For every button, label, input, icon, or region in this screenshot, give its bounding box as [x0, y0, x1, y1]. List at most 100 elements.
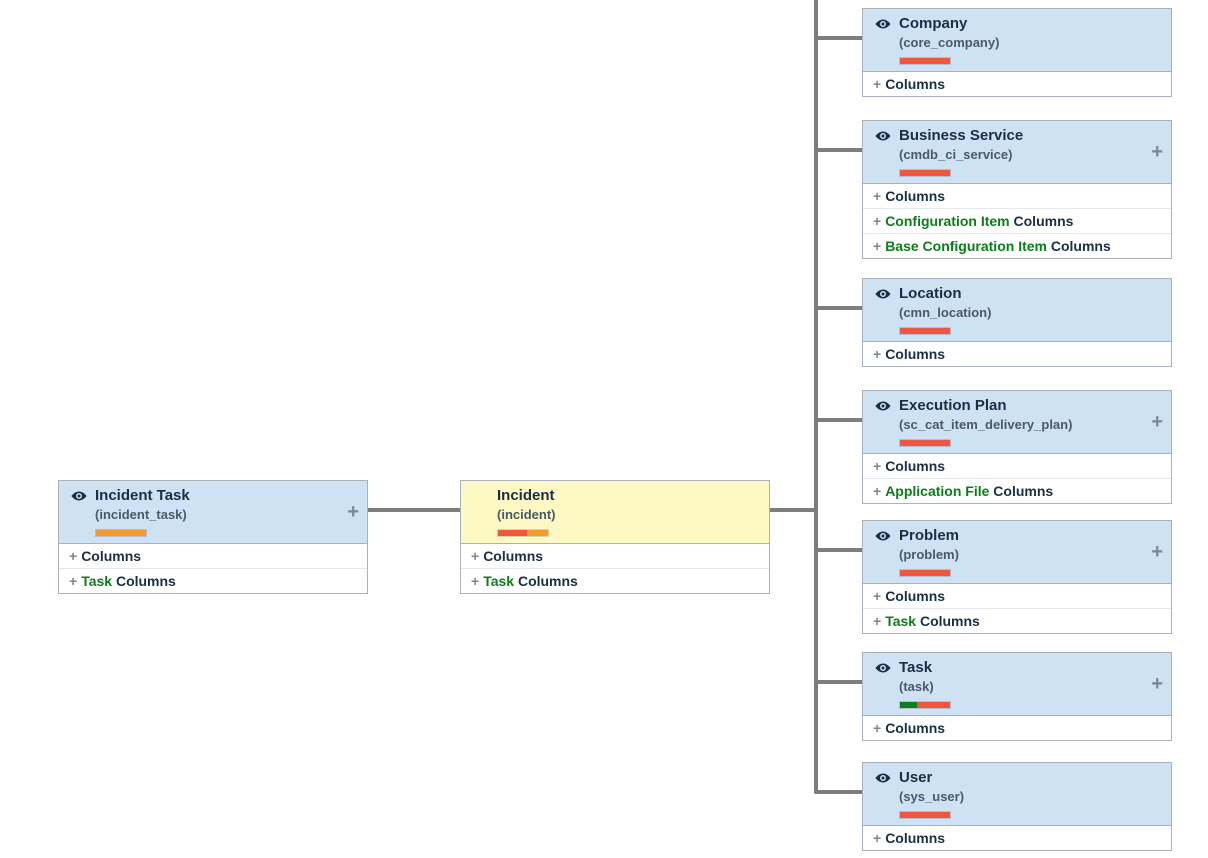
plus-icon: +	[873, 483, 881, 499]
section-columns[interactable]: +Columns	[59, 544, 367, 569]
node-task[interactable]: Task (task) + +Columns	[862, 652, 1172, 741]
node-title: Incident	[497, 487, 761, 505]
section-highlight: Task	[885, 613, 916, 629]
eye-icon	[874, 529, 892, 545]
section-label: Columns	[885, 188, 945, 204]
section-columns[interactable]: +Columns	[863, 584, 1171, 609]
section-task-columns[interactable]: +Task Columns	[59, 569, 367, 593]
status-bar	[497, 529, 549, 537]
node-subtitle: (incident_task)	[95, 507, 359, 523]
section-suffix: Columns	[989, 483, 1053, 499]
eye-icon	[874, 129, 892, 145]
section-columns[interactable]: +Columns	[863, 716, 1171, 740]
node-title: Execution Plan	[899, 397, 1163, 415]
status-bar	[899, 439, 951, 447]
node-subtitle: (task)	[899, 679, 1163, 695]
plus-icon: +	[873, 346, 881, 362]
node-subtitle: (sys_user)	[899, 789, 1163, 805]
status-bar	[95, 529, 147, 537]
section-label: Columns	[885, 830, 945, 846]
node-subtitle: (cmn_location)	[899, 305, 1163, 321]
section-label: Columns	[885, 76, 945, 92]
node-header[interactable]: User (sys_user)	[863, 763, 1171, 826]
section-suffix: Columns	[514, 573, 578, 589]
section-suffix: Columns	[1047, 238, 1111, 254]
eye-icon	[874, 661, 892, 677]
expand-node-button[interactable]: +	[1151, 142, 1163, 162]
section-label: Columns	[483, 548, 543, 564]
node-header[interactable]: Location (cmn_location)	[863, 279, 1171, 342]
section-columns[interactable]: +Columns	[863, 72, 1171, 96]
section-highlight: Task	[81, 573, 112, 589]
section-columns[interactable]: +Columns	[461, 544, 769, 569]
status-bar	[899, 569, 951, 577]
eye-icon	[874, 399, 892, 415]
section-columns[interactable]: +Columns	[863, 342, 1171, 366]
plus-icon: +	[873, 188, 881, 204]
section-columns[interactable]: +Columns	[863, 184, 1171, 209]
node-title: Problem	[899, 527, 1163, 545]
section-label: Columns	[885, 458, 945, 474]
section-label: Columns	[885, 346, 945, 362]
section-task-columns[interactable]: +Task Columns	[461, 569, 769, 593]
eye-icon	[874, 17, 892, 33]
status-bar	[899, 169, 951, 177]
node-subtitle: (problem)	[899, 547, 1163, 563]
section-task-columns[interactable]: +Task Columns	[863, 609, 1171, 633]
section-suffix: Columns	[916, 613, 980, 629]
node-header[interactable]: Execution Plan (sc_cat_item_delivery_pla…	[863, 391, 1171, 454]
node-header[interactable]: Incident (incident)	[461, 481, 769, 544]
node-header[interactable]: Company (core_company)	[863, 9, 1171, 72]
node-execution-plan[interactable]: Execution Plan (sc_cat_item_delivery_pla…	[862, 390, 1172, 504]
section-highlight: Configuration Item	[885, 213, 1009, 229]
section-highlight: Task	[483, 573, 514, 589]
node-title: Task	[899, 659, 1163, 677]
node-title: Company	[899, 15, 1163, 33]
section-ci-columns[interactable]: +Configuration Item Columns	[863, 209, 1171, 234]
node-subtitle: (core_company)	[899, 35, 1163, 51]
status-bar	[899, 701, 951, 709]
section-columns[interactable]: +Columns	[863, 454, 1171, 479]
plus-icon: +	[873, 213, 881, 229]
plus-icon: +	[873, 830, 881, 846]
expand-node-button[interactable]: +	[1151, 412, 1163, 432]
node-header[interactable]: Incident Task (incident_task) +	[59, 481, 367, 544]
node-company[interactable]: Company (core_company) +Columns	[862, 8, 1172, 97]
section-base-ci-columns[interactable]: +Base Configuration Item Columns	[863, 234, 1171, 258]
section-label: Columns	[81, 548, 141, 564]
plus-icon: +	[69, 548, 77, 564]
section-label: Columns	[885, 588, 945, 604]
section-suffix: Columns	[1010, 213, 1074, 229]
node-incident[interactable]: Incident (incident) +Columns +Task Colum…	[460, 480, 770, 594]
node-incident-task[interactable]: Incident Task (incident_task) + +Columns…	[58, 480, 368, 594]
node-title: Incident Task	[95, 487, 359, 505]
section-highlight: Base Configuration Item	[885, 238, 1047, 254]
node-subtitle: (incident)	[497, 507, 761, 523]
node-subtitle: (cmdb_ci_service)	[899, 147, 1163, 163]
node-header[interactable]: Task (task) +	[863, 653, 1171, 716]
eye-icon	[874, 771, 892, 787]
expand-node-button[interactable]: +	[1151, 674, 1163, 694]
plus-icon: +	[873, 458, 881, 474]
plus-icon: +	[69, 573, 77, 589]
status-bar	[899, 811, 951, 819]
node-problem[interactable]: Problem (problem) + +Columns +Task Colum…	[862, 520, 1172, 634]
node-header[interactable]: Problem (problem) +	[863, 521, 1171, 584]
status-bar	[899, 57, 951, 65]
plus-icon: +	[873, 76, 881, 92]
node-user[interactable]: User (sys_user) +Columns	[862, 762, 1172, 851]
node-subtitle: (sc_cat_item_delivery_plan)	[899, 417, 1163, 433]
status-bar	[899, 327, 951, 335]
node-header[interactable]: Business Service (cmdb_ci_service) +	[863, 121, 1171, 184]
plus-icon: +	[873, 588, 881, 604]
plus-icon: +	[471, 573, 479, 589]
section-columns[interactable]: +Columns	[863, 826, 1171, 850]
expand-node-button[interactable]: +	[347, 502, 359, 522]
node-title: User	[899, 769, 1163, 787]
expand-node-button[interactable]: +	[1151, 542, 1163, 562]
section-suffix: Columns	[112, 573, 176, 589]
section-label: Columns	[885, 720, 945, 736]
section-appfile-columns[interactable]: +Application File Columns	[863, 479, 1171, 503]
node-location[interactable]: Location (cmn_location) +Columns	[862, 278, 1172, 367]
node-business-service[interactable]: Business Service (cmdb_ci_service) + +Co…	[862, 120, 1172, 259]
